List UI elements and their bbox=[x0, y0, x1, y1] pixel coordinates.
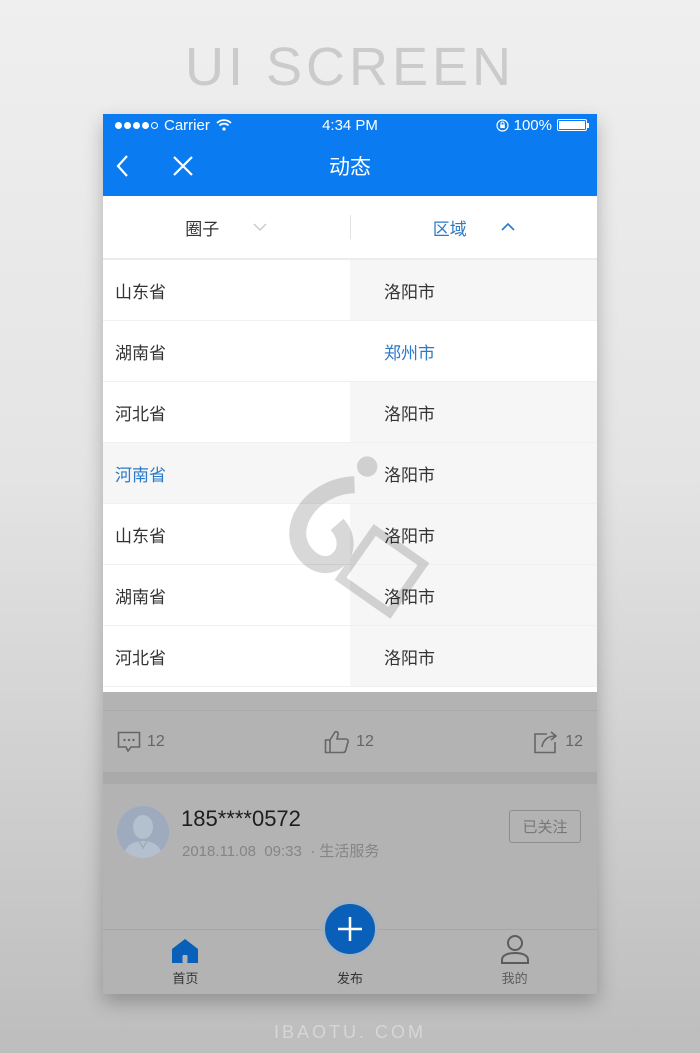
close-button[interactable] bbox=[168, 151, 198, 181]
avatar[interactable] bbox=[117, 806, 169, 858]
rotation-lock-icon bbox=[496, 118, 509, 132]
like-button[interactable]: 12 bbox=[324, 730, 374, 754]
share-count: 12 bbox=[565, 732, 583, 750]
tab-home[interactable]: 首页 bbox=[103, 930, 268, 994]
city-item[interactable]: 洛阳市 bbox=[350, 626, 597, 687]
battery-label: 100% bbox=[513, 116, 552, 134]
tab-publish-label: 发布 bbox=[337, 971, 364, 986]
post-card[interactable]: 185****0572 2018.11.08 09:33 · 生活服务 已关注 bbox=[103, 784, 597, 914]
province-item[interactable]: 山东省 bbox=[103, 504, 350, 565]
thumbs-up-icon bbox=[324, 730, 350, 753]
tab-mine-label: 我的 bbox=[501, 971, 528, 986]
comment-count: 12 bbox=[147, 732, 165, 750]
user-avatar-icon bbox=[123, 815, 163, 858]
city-item[interactable]: 郑州市 bbox=[350, 321, 597, 382]
tab-home-label: 首页 bbox=[172, 971, 199, 986]
share-icon bbox=[534, 730, 558, 753]
share-button[interactable]: 12 bbox=[533, 730, 583, 754]
province-item[interactable]: 湖南省 bbox=[103, 565, 350, 626]
phone-screen: Carrier 4:34 PM 100% 动态 圈子 区域 山东省 湖南省 河北… bbox=[103, 114, 597, 994]
post-meta: 2018.11.08 09:33 · 生活服务 bbox=[182, 840, 379, 861]
chevron-up-icon bbox=[501, 222, 515, 231]
banner-title: UI SCREEN bbox=[184, 37, 516, 97]
post-category: · 生活服务 bbox=[310, 843, 380, 860]
filter-region[interactable]: 区域 bbox=[351, 196, 598, 258]
city-item[interactable]: 洛阳市 bbox=[350, 443, 597, 504]
filter-circle[interactable]: 圈子 bbox=[103, 196, 350, 258]
post-date: 2018.11.08 bbox=[182, 843, 256, 860]
city-item[interactable]: 洛阳市 bbox=[350, 260, 597, 321]
like-count: 12 bbox=[356, 732, 374, 750]
close-icon bbox=[173, 156, 193, 176]
footer-brand: IBAOTU. COM bbox=[273, 1022, 426, 1042]
dimmed-content[interactable]: 12 12 12 185****0572 2018.11.08 09:33 · … bbox=[103, 692, 597, 994]
user-icon bbox=[500, 935, 529, 964]
province-item[interactable]: 山东省 bbox=[103, 260, 350, 321]
publish-button[interactable] bbox=[322, 901, 378, 957]
city-item[interactable]: 洛阳市 bbox=[350, 565, 597, 626]
tab-mine[interactable]: 我的 bbox=[432, 930, 597, 994]
province-item[interactable]: 河南省 bbox=[103, 443, 350, 504]
filter-bar: 圈子 区域 bbox=[103, 196, 597, 260]
back-button[interactable] bbox=[108, 151, 138, 181]
status-bar: Carrier 4:34 PM 100% bbox=[103, 114, 597, 136]
post-time: 09:33 bbox=[264, 843, 302, 860]
wifi-icon bbox=[216, 119, 232, 131]
signal-icon bbox=[115, 121, 158, 129]
chevron-left-icon bbox=[116, 155, 128, 177]
city-item[interactable]: 洛阳市 bbox=[350, 382, 597, 443]
tab-bar: 首页 发布 我的 bbox=[103, 901, 597, 994]
post-username[interactable]: 185****0572 bbox=[181, 806, 301, 832]
province-item[interactable]: 河北省 bbox=[103, 382, 350, 443]
region-picker: 山东省 湖南省 河北省 河南省 山东省 湖南省 河北省 洛阳市 郑州市 洛阳市 洛阳市 洛阳市 洛阳市… bbox=[103, 260, 597, 687]
nav-bar: 动态 bbox=[103, 136, 597, 196]
chevron-down-icon bbox=[253, 223, 267, 231]
battery-icon bbox=[557, 119, 589, 131]
filter-region-label: 区域 bbox=[432, 219, 467, 239]
city-item[interactable]: 洛阳市 bbox=[350, 504, 597, 565]
city-list: 洛阳市 郑州市 洛阳市 洛阳市 洛阳市 洛阳市 洛阳市 bbox=[350, 260, 597, 687]
comment-icon bbox=[117, 731, 141, 753]
province-list: 山东省 湖南省 河北省 河南省 山东省 湖南省 河北省 bbox=[103, 260, 350, 687]
comment-button[interactable]: 12 bbox=[117, 731, 165, 753]
post-actions: 12 12 12 bbox=[103, 710, 597, 772]
filter-circle-label: 圈子 bbox=[185, 219, 220, 239]
home-icon bbox=[172, 939, 199, 963]
province-item[interactable]: 河北省 bbox=[103, 626, 350, 687]
plus-icon bbox=[338, 917, 362, 941]
carrier-label: Carrier bbox=[164, 116, 210, 134]
follow-button[interactable]: 已关注 bbox=[509, 810, 581, 843]
province-item[interactable]: 湖南省 bbox=[103, 321, 350, 382]
section-divider bbox=[103, 772, 597, 784]
